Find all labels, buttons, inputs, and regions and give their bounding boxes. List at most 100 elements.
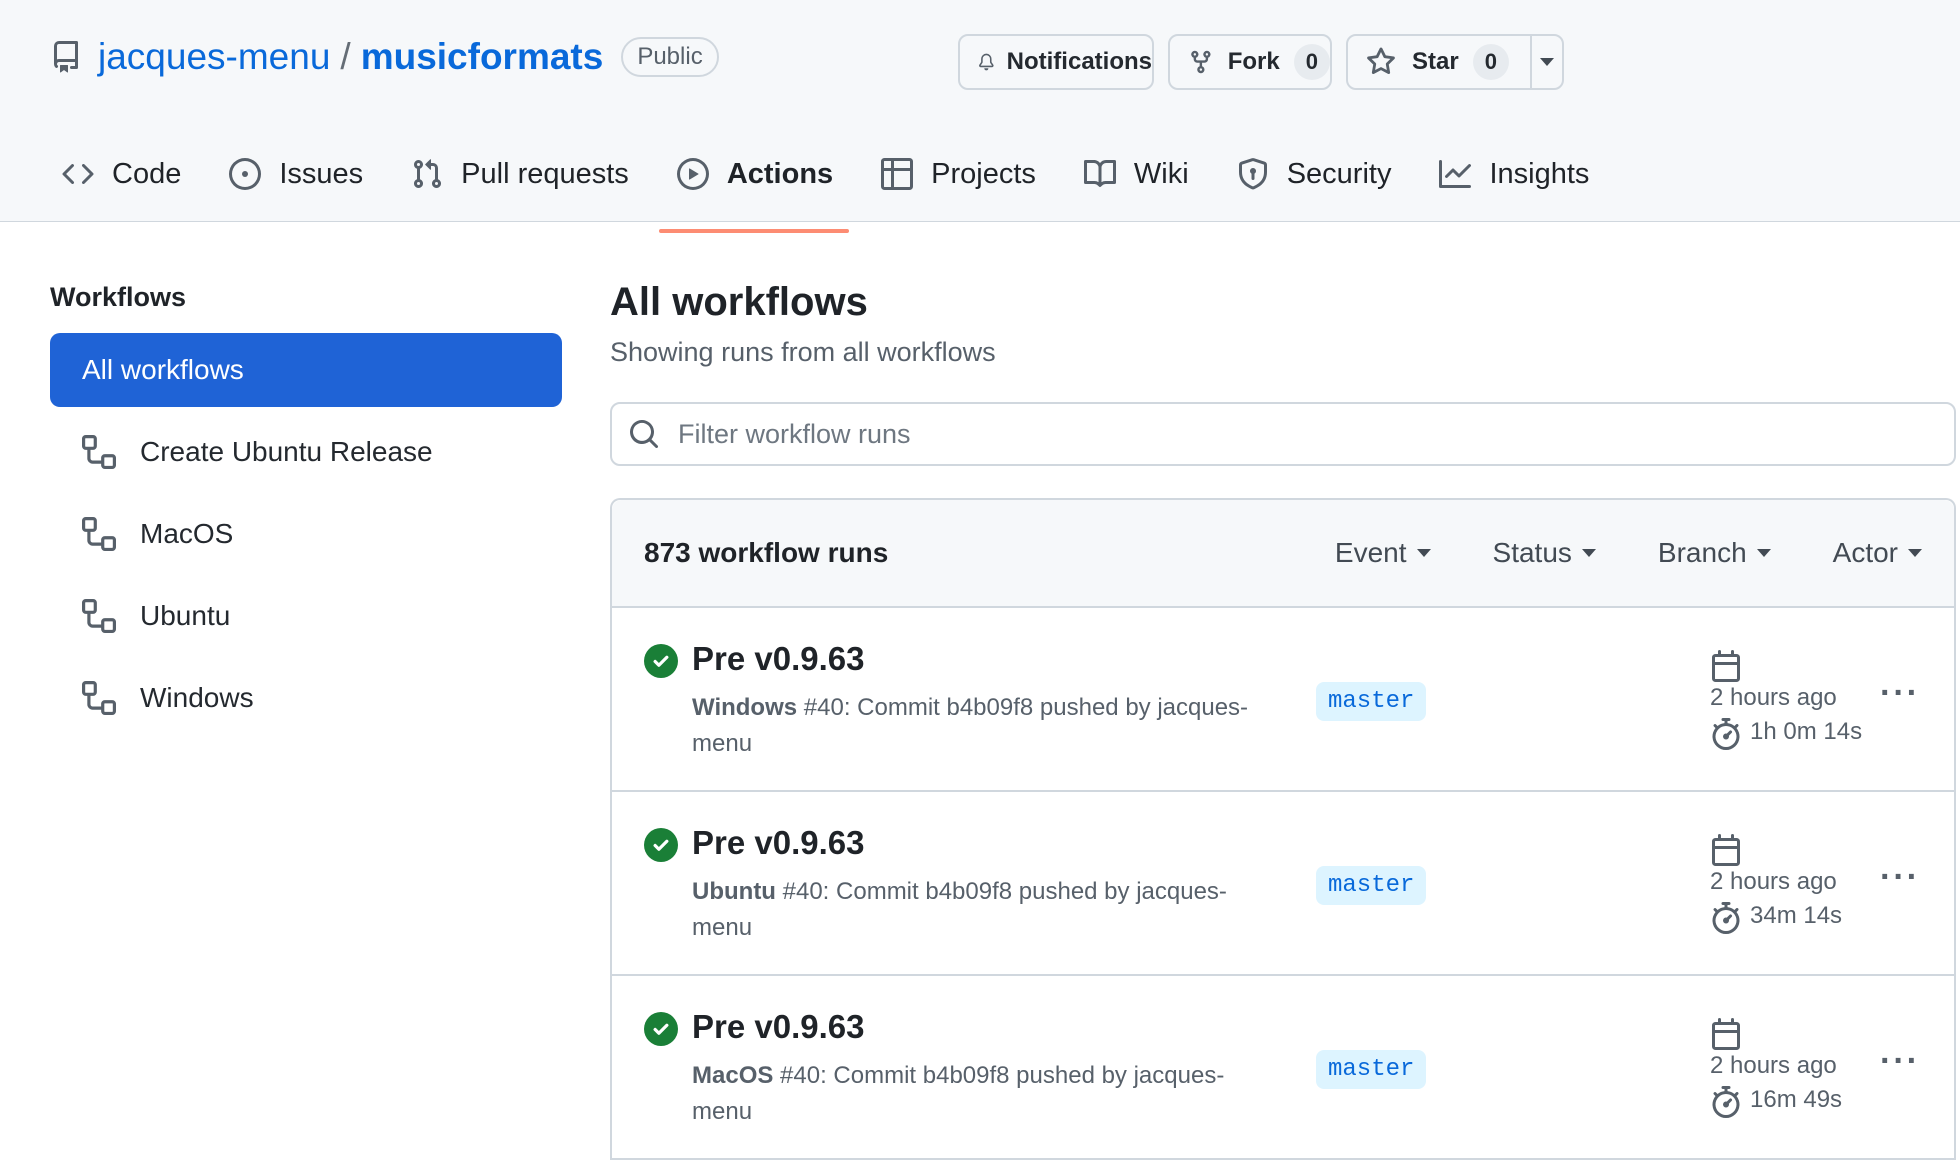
repo-icon — [53, 41, 78, 73]
run-time-ago: 2 hours ago — [1710, 868, 1837, 895]
workflow-runs-list: 873 workflow runs Event Status Branch Ac… — [610, 498, 1956, 1160]
calendar-icon — [1712, 650, 1740, 682]
caret-down-icon — [1756, 549, 1771, 557]
branch-badge[interactable]: master — [1316, 1050, 1427, 1089]
stopwatch-icon — [1712, 902, 1740, 934]
workflow-run-row[interactable]: Pre v0.9.63 Ubuntu #40: Commit b4b09f8 p… — [612, 792, 1954, 976]
workflow-icon — [82, 681, 116, 715]
run-title[interactable]: Pre v0.9.63 — [692, 824, 864, 862]
workflow-run-row[interactable]: Pre v0.9.63 MacOS #40: Commit b4b09f8 pu… — [612, 976, 1954, 1160]
tab-wiki[interactable]: Wiki — [1083, 146, 1189, 202]
repo-header: jacques-menu / musicformats Public Notif… — [0, 0, 1960, 233]
branch-filter-label: Branch — [1657, 537, 1747, 568]
fork-button[interactable]: Fork 0 — [1168, 34, 1332, 90]
tab-projects[interactable]: Projects — [881, 146, 1036, 202]
stopwatch-icon — [1712, 1086, 1740, 1118]
run-description: Windows #40: Commit b4b09f8 pushed by ja… — [692, 690, 1252, 762]
runs-count: 873 workflow runs — [644, 537, 889, 568]
calendar-icon — [1712, 834, 1740, 866]
stopwatch-icon — [1712, 718, 1740, 750]
issue-icon — [229, 158, 262, 190]
tab-wiki-label: Wiki — [1133, 157, 1189, 190]
tab-code-label: Code — [112, 157, 182, 190]
branch-filter-dropdown[interactable]: Branch — [1658, 537, 1771, 569]
bell-icon — [979, 53, 994, 71]
tab-pull-requests-label: Pull requests — [461, 157, 629, 190]
pull-request-icon — [414, 159, 442, 189]
tab-code[interactable]: Code — [62, 146, 181, 202]
tab-issues-label: Issues — [279, 157, 364, 190]
notifications-button[interactable]: Notifications — [958, 34, 1154, 90]
run-duration: 1h 0m 14s — [1750, 718, 1863, 745]
tab-insights[interactable]: Insights — [1439, 146, 1589, 202]
star-label: Star — [1412, 48, 1459, 75]
repo-title: jacques-menu / musicformats Public — [50, 36, 719, 78]
event-filter-label: Event — [1334, 537, 1407, 568]
star-icon — [1367, 47, 1395, 75]
fork-count: 0 — [1293, 44, 1330, 80]
tab-projects-label: Projects — [931, 157, 1036, 190]
caret-down-icon — [1581, 549, 1596, 557]
workflow-icon — [82, 599, 116, 633]
kebab-horizontal-icon[interactable]: ··· — [1880, 674, 1920, 713]
calendar-icon — [1712, 1018, 1740, 1050]
sidebar-item-macos[interactable]: MacOS — [50, 497, 562, 571]
page-subtitle: Showing runs from all workflows — [610, 337, 996, 367]
run-description: MacOS #40: Commit b4b09f8 pushed by jacq… — [692, 1058, 1252, 1130]
run-title[interactable]: Pre v0.9.63 — [692, 640, 864, 678]
tab-actions-label: Actions — [726, 157, 834, 190]
sidebar-item-ubuntu[interactable]: Ubuntu — [50, 579, 562, 653]
table-icon — [881, 158, 914, 190]
runs-header: 873 workflow runs Event Status Branch Ac… — [612, 500, 1954, 608]
caret-down-icon — [1540, 58, 1554, 66]
sidebar-item-label: Create Ubuntu Release — [140, 436, 433, 467]
run-duration: 34m 14s — [1750, 902, 1843, 929]
kebab-horizontal-icon[interactable]: ··· — [1880, 1042, 1920, 1081]
search-icon — [630, 420, 659, 449]
run-duration: 16m 49s — [1750, 1086, 1843, 1113]
sidebar-item-label: All workflows — [82, 354, 244, 385]
fork-label: Fork — [1227, 48, 1280, 75]
filter-box — [610, 402, 1956, 466]
sidebar-item-windows[interactable]: Windows — [50, 661, 562, 735]
workflow-icon — [82, 517, 116, 551]
tab-security[interactable]: Security — [1237, 146, 1392, 202]
repo-name-link[interactable]: musicformats — [361, 36, 604, 78]
run-title[interactable]: Pre v0.9.63 — [692, 1008, 864, 1046]
tab-pull-requests[interactable]: Pull requests — [411, 146, 629, 202]
check-circle-icon — [644, 828, 678, 862]
repo-separator: / — [340, 36, 351, 77]
visibility-badge: Public — [621, 37, 719, 77]
status-filter-dropdown[interactable]: Status — [1493, 537, 1596, 569]
run-workflow-name: Ubuntu — [692, 878, 776, 905]
notifications-label: Notifications — [1006, 48, 1152, 75]
branch-badge[interactable]: master — [1316, 682, 1427, 721]
star-count: 0 — [1472, 44, 1509, 80]
tab-actions[interactable]: Actions — [658, 146, 850, 233]
caret-down-icon — [1908, 549, 1922, 557]
sidebar-item-create-ubuntu-release[interactable]: Create Ubuntu Release — [50, 415, 562, 489]
sidebar-heading: Workflows — [50, 282, 187, 312]
filter-runs-input[interactable] — [678, 418, 1872, 450]
sidebar-item-label: Ubuntu — [140, 600, 231, 631]
star-list-dropdown[interactable] — [1532, 36, 1562, 88]
actor-filter-dropdown[interactable]: Actor — [1833, 537, 1922, 569]
sidebar-item-all-workflows[interactable]: All workflows — [50, 333, 562, 407]
tab-security-label: Security — [1286, 157, 1392, 190]
run-workflow-name: Windows — [692, 694, 798, 721]
status-filter-label: Status — [1492, 537, 1572, 568]
tab-issues[interactable]: Issues — [229, 146, 363, 202]
workflows-sidebar: Workflows All workflows Create Ubuntu Re… — [50, 282, 562, 743]
event-filter-dropdown[interactable]: Event — [1335, 537, 1431, 569]
check-circle-icon — [644, 1012, 678, 1046]
tab-insights-label: Insights — [1489, 157, 1590, 190]
star-button-group: Star 0 — [1346, 34, 1564, 90]
sidebar-item-label: MacOS — [140, 518, 234, 549]
check-circle-icon — [644, 644, 678, 678]
star-button[interactable]: Star 0 — [1366, 44, 1516, 80]
kebab-horizontal-icon[interactable]: ··· — [1880, 858, 1920, 897]
workflow-run-row[interactable]: Pre v0.9.63 Windows #40: Commit b4b09f8 … — [612, 608, 1954, 792]
run-workflow-name: MacOS — [692, 1062, 774, 1089]
repo-owner-link[interactable]: jacques-menu — [98, 36, 330, 78]
branch-badge[interactable]: master — [1316, 866, 1427, 905]
